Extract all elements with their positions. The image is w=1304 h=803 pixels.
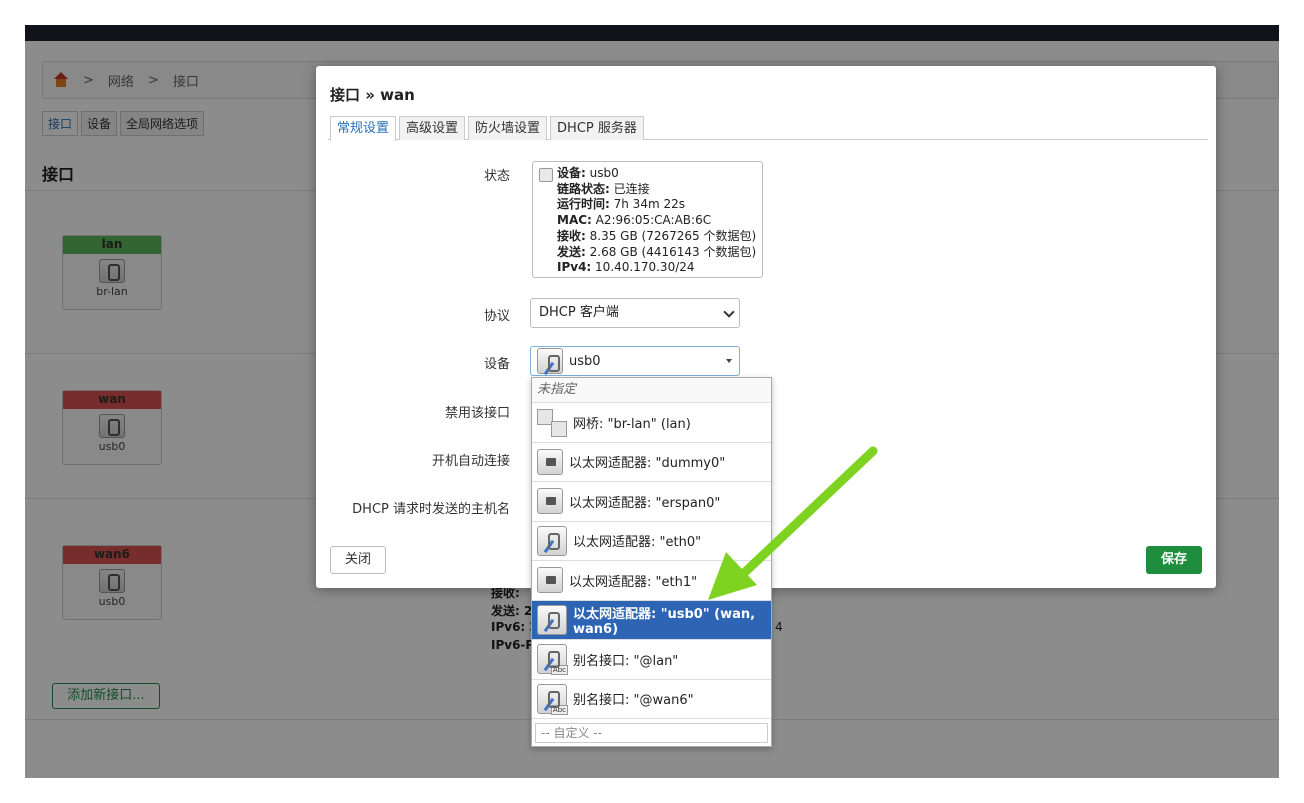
option-label: 以太网适配器: "eth1" [569,574,698,590]
device-select[interactable]: usb0 [530,346,740,376]
ethernet-chip-icon [537,488,563,515]
status-value: usb0 [585,166,619,180]
device-dropdown: 未指定 网桥: "br-lan" (lan) 以太网适配器: "dummy0" … [531,377,772,747]
alias-icon: Abc [537,683,568,715]
option-alias-lan[interactable]: Abc 别名接口: "@lan" [532,640,771,680]
hostname-label: DHCP 请求时发送的主机名 [352,502,510,517]
status-box: 设备: usb0 链路状态: 已连接 运行时间: 7h 34m 22s MAC:… [532,161,763,278]
ethernet-port-icon [537,604,567,635]
ethernet-port-icon [537,348,563,374]
status-value: 10.40.170.30/24 [591,260,695,275]
disable-label: 禁用该接口 [444,406,510,421]
tab-dhcp-server[interactable]: DHCP 服务器 [550,116,644,140]
option-label: 别名接口: "@wan6" [573,693,694,709]
status-value: A2:96:05:CA:AB:6C [591,213,712,228]
option-unspecified[interactable]: 未指定 [532,378,771,403]
option-label: 网桥: "br-lan" (lan) [573,416,691,432]
modal-title: 接口 » wan [330,86,415,104]
option-label: 以太网适配器: "usb0" (wan, wan6) [573,606,756,637]
status-key: 发送: [557,244,586,259]
option-erspan0[interactable]: 以太网适配器: "erspan0" [532,482,771,522]
status-key: 接收: [557,228,586,243]
chevron-down-icon [723,306,735,318]
alias-icon: Abc [537,644,568,676]
option-eth1[interactable]: 以太网适配器: "eth1" [532,561,771,601]
option-label: 别名接口: "@lan" [573,653,679,669]
modal-tabs: 常规设置 高级设置 防火墙设置 DHCP 服务器 [328,116,1208,141]
protocol-label: 协议 [483,309,510,324]
custom-device-input[interactable]: -- 自定义 -- [535,723,768,743]
device-label: 设备 [483,357,510,372]
save-button[interactable]: 保存 [1146,546,1202,574]
autostart-label: 开机自动连接 [431,454,510,469]
ethernet-port-icon [539,168,553,182]
option-usb0[interactable]: 以太网适配器: "usb0" (wan, wan6) [532,600,771,640]
status-value: 已连接 [609,181,650,196]
status-label: 状态 [483,169,510,184]
option-alias-wan6[interactable]: Abc 别名接口: "@wan6" [532,680,771,719]
option-label: 以太网适配器: "eth0" [573,535,702,551]
option-label: 以太网适配器: "erspan0" [569,495,721,511]
caret-down-icon [726,359,732,363]
ethernet-port-icon [537,525,567,556]
option-br-lan[interactable]: 网桥: "br-lan" (lan) [532,403,771,443]
tab-advanced[interactable]: 高级设置 [399,116,466,140]
status-key: IPv4: [557,260,592,275]
status-value: 2.68 GB (4416143 个数据包) [585,244,757,259]
status-value: 8.35 GB (7267265 个数据包) [585,228,757,243]
protocol-select[interactable]: DHCP 客户端 [530,298,740,328]
option-eth0[interactable]: 以太网适配器: "eth0" [532,522,771,561]
status-key: MAC: [557,213,592,228]
status-key: 运行时间: [557,197,610,212]
close-button[interactable]: 关闭 [330,546,386,574]
status-value: 7h 34m 22s [609,197,685,212]
option-dummy0[interactable]: 以太网适配器: "dummy0" [532,443,771,482]
tab-general[interactable]: 常规设置 [330,116,397,141]
status-key: 设备: [557,166,586,180]
tab-firewall[interactable]: 防火墙设置 [468,116,548,140]
ethernet-chip-icon [537,567,563,594]
device-value: usb0 [569,353,601,369]
option-label: 以太网适配器: "dummy0" [569,456,726,472]
ethernet-chip-icon [537,448,563,475]
bridge-icon [537,407,567,438]
protocol-value: DHCP 客户端 [539,305,619,320]
status-key: 链路状态: [557,181,610,196]
